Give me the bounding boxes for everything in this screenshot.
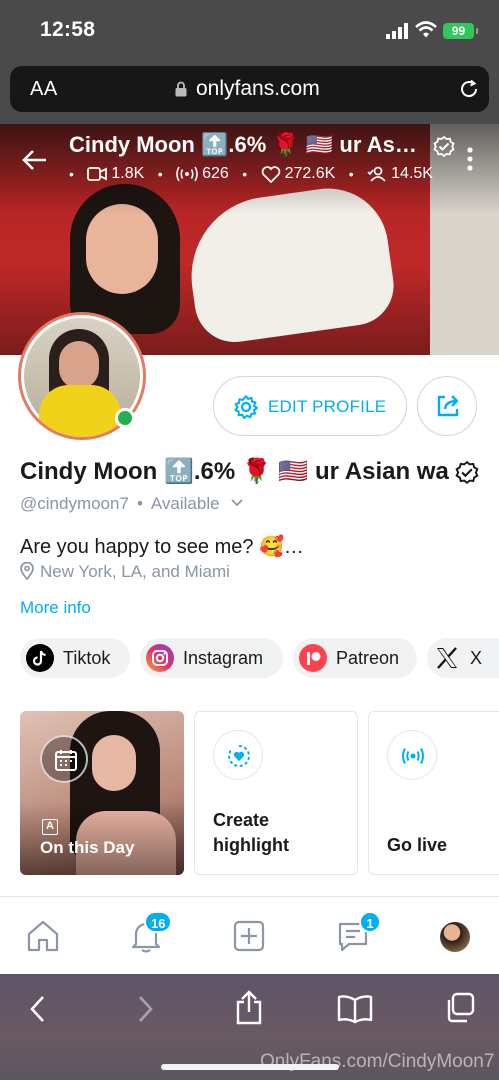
social-link-patreon[interactable]: Patreon [293, 638, 417, 678]
bookmarks-icon[interactable] [336, 994, 374, 1024]
videos-count: 1.8K [111, 165, 145, 182]
profile-location-row: New York, LA, and Miami [20, 561, 230, 582]
create-highlight-button[interactable]: Create highlight [194, 711, 358, 875]
highlight-label: Go live [387, 835, 448, 855]
video-icon [87, 167, 108, 181]
highlight-label: Create highlight [213, 810, 289, 855]
instagram-icon [146, 644, 174, 672]
create-highlight-icon [213, 730, 263, 780]
edit-profile-label: EDIT PROFILE [268, 397, 387, 416]
profile-handle: @cindymoon7 [20, 494, 129, 513]
profile-handle-row: @cindymoon7 • Available [20, 494, 244, 514]
tabs-icon[interactable] [444, 991, 476, 1025]
online-status-dot [115, 408, 135, 428]
likes-count: 272.6K [284, 165, 336, 182]
fans-icon [367, 166, 386, 182]
lock-icon [175, 81, 187, 97]
battery-icon: 99 [443, 23, 478, 39]
chevron-down-icon[interactable] [230, 498, 244, 508]
auto-highlight-badge: A [42, 819, 58, 835]
profile-name: Cindy Moon 🔝.6% 🌹 🇺🇸 ur Asian wai… [20, 458, 450, 485]
text-size-button[interactable]: AA [30, 78, 58, 101]
more-info-link[interactable]: More info [20, 598, 91, 618]
heart-icon [261, 165, 280, 183]
more-options-icon[interactable] [463, 145, 477, 173]
clock: 12:58 [40, 18, 96, 41]
fans-count: 14.5K [391, 165, 433, 182]
social-label: Instagram [183, 648, 264, 668]
edit-profile-button[interactable]: EDIT PROFILE [213, 376, 407, 436]
profile-location: New York, LA, and Miami [40, 562, 230, 581]
tiktok-icon [26, 644, 54, 672]
battery-level: 99 [451, 24, 466, 38]
profile-stats: • 1.8K • 626 • 272.6K • 14.5K [69, 165, 433, 183]
social-link-tiktok[interactable]: Tiktok [20, 638, 130, 678]
address-bar[interactable]: AA onlyfans.com [10, 66, 489, 112]
patreon-icon [299, 644, 327, 672]
share-profile-button[interactable] [417, 376, 477, 436]
location-pin-icon [20, 561, 34, 581]
add-post-icon[interactable] [231, 918, 267, 954]
calendar-icon [40, 735, 88, 783]
social-link-x[interactable]: X [427, 638, 499, 678]
messages-count-badge: 1 [359, 911, 381, 933]
availability-dropdown[interactable]: Available [151, 494, 220, 513]
profile-avatar-nav[interactable] [440, 922, 470, 952]
verified-icon [455, 460, 479, 484]
reload-icon[interactable] [457, 77, 481, 101]
browser-forward-icon[interactable] [134, 994, 156, 1024]
back-arrow-icon[interactable] [20, 148, 48, 172]
share-sheet-icon[interactable] [234, 990, 264, 1026]
live-stream-icon [387, 730, 437, 780]
go-live-button[interactable]: Go live [368, 711, 499, 875]
gear-icon [234, 395, 258, 419]
social-label: X [470, 648, 483, 668]
share-icon [437, 395, 459, 417]
home-indicator [161, 1064, 339, 1070]
cellular-signal-icon [386, 23, 408, 39]
home-icon[interactable] [25, 918, 61, 954]
browser-back-icon[interactable] [27, 994, 49, 1024]
live-stream-icon [176, 166, 198, 182]
profile-bio: Are you happy to see me? 🥰… [20, 536, 304, 558]
status-bar: 12:58 99 [0, 0, 499, 62]
social-link-instagram[interactable]: Instagram [140, 638, 283, 678]
social-label: Patreon [336, 648, 400, 668]
wifi-icon [415, 21, 437, 38]
verified-icon [433, 135, 455, 158]
x-logo-icon [433, 644, 461, 672]
header-title: Cindy Moon 🔝.6% 🌹 🇺🇸 ur As… [69, 132, 417, 157]
url-text[interactable]: onlyfans.com [196, 77, 320, 101]
highlight-on-this-day[interactable]: A On this Day [20, 711, 184, 875]
notifications-count-badge: 16 [144, 911, 173, 933]
highlight-label: On this Day [40, 838, 135, 857]
divider [0, 896, 499, 897]
streams-count: 626 [202, 165, 229, 182]
social-label: Tiktok [63, 648, 111, 668]
